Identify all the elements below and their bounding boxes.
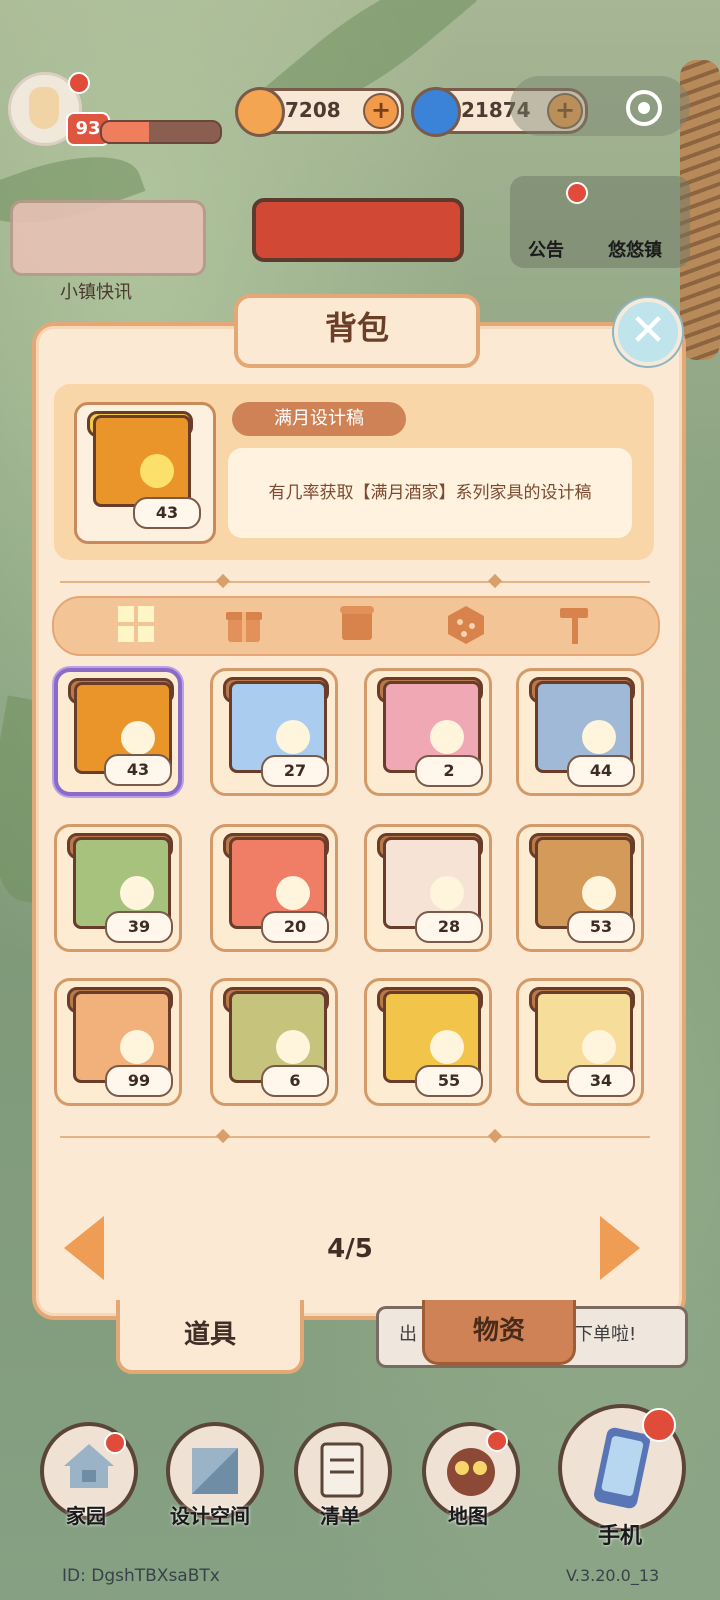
announcement-label[interactable]: 公告 [528,236,564,262]
scroll-icon[interactable] [334,602,378,646]
event-banner[interactable] [252,198,464,262]
inventory-slot[interactable]: 20 [210,824,338,952]
moon-emblem [140,454,174,488]
item-emblem [430,720,464,754]
add-coin-button[interactable]: + [363,93,399,129]
item-count: 27 [261,755,329,787]
inventory-slot[interactable]: 99 [54,978,182,1106]
item-emblem [120,876,154,910]
item-emblem [582,876,616,910]
inventory-slot[interactable]: 55 [364,978,492,1106]
item-count: 44 [567,755,635,787]
inventory-slot[interactable]: 53 [516,824,644,952]
item-count: 99 [105,1065,173,1097]
item-count: 28 [415,911,483,943]
item-emblem [276,876,310,910]
notification-dot [566,182,588,204]
close-button[interactable]: ✕ [614,298,682,366]
divider [60,1136,650,1138]
coin-value: 7208 [285,98,341,122]
nav-label-design-space: 设计空间 [170,1504,250,1528]
notification-dot [68,72,90,94]
inventory-slot[interactable]: 2 [364,668,492,796]
version-label: V.3.20.0_13 [566,1566,660,1585]
scroll-art [93,415,191,507]
item-emblem [430,1030,464,1064]
item-emblem [121,721,155,755]
notification-dot [642,1408,676,1442]
town-news-card[interactable] [10,200,206,276]
item-emblem [276,720,310,754]
speech-left-text: 出 [399,1324,417,1345]
inventory-slot[interactable]: 44 [516,668,644,796]
town-label[interactable]: 悠悠镇 [608,236,662,262]
item-count: 34 [567,1065,635,1097]
item-count: 39 [105,911,173,943]
selected-item-name: 满月设计稿 [232,402,406,436]
avatar-face [29,87,59,129]
item-count: 43 [133,497,201,529]
xp-bar-fill [102,122,150,142]
item-emblem [120,1030,154,1064]
tab-props[interactable]: 道具 [116,1300,304,1374]
nav-label-map: 地图 [448,1504,488,1528]
notification-dot [486,1430,508,1452]
item-emblem [582,1030,616,1064]
speech-right-text: 下单啦! [575,1324,637,1345]
notification-dot [104,1432,126,1454]
coin-icon [235,87,285,137]
swirl-gem-icon [411,87,461,137]
inventory-slot[interactable]: 6 [210,978,338,1106]
selected-item-icon: 43 [74,402,216,544]
selected-item-description: 有几率获取【满月酒家】系列家具的设计稿 [228,448,632,538]
item-count: 43 [104,754,172,786]
inventory-slot[interactable]: 27 [210,668,338,796]
previous-page-button[interactable] [64,1216,104,1280]
item-emblem [276,1030,310,1064]
divider [60,581,650,583]
system-menu-pill[interactable] [510,76,690,136]
item-count: 55 [415,1065,483,1097]
nav-label-home: 家园 [66,1504,106,1528]
target-icon[interactable] [626,90,662,126]
inventory-slot[interactable]: 34 [516,978,644,1106]
panel-title: 背包 [234,294,480,368]
xp-bar [100,120,222,144]
page-indicator: 4/5 [327,1234,373,1264]
hammer-icon[interactable] [552,602,596,646]
town-news-label: 小镇快讯 [60,282,132,303]
grid-icon[interactable] [114,602,158,646]
inventory-slot[interactable]: 39 [54,824,182,952]
dice-icon[interactable] [444,602,488,646]
player-id: ID: DgshTBXsaBTx [62,1566,220,1586]
nav-label-checklist: 清单 [320,1504,360,1528]
currency-coin: 7208 + [235,87,404,137]
item-count: 53 [567,911,635,943]
inventory-slot[interactable]: 43 [54,668,182,796]
item-count: 6 [261,1065,329,1097]
gift-icon[interactable] [222,602,266,646]
item-emblem [430,876,464,910]
item-count: 2 [415,755,483,787]
inventory-slot[interactable]: 28 [364,824,492,952]
tab-materials[interactable]: 物资 [422,1300,576,1365]
nav-label-phone: 手机 [598,1524,643,1549]
item-count: 20 [261,911,329,943]
item-emblem [582,720,616,754]
next-page-button[interactable] [600,1216,640,1280]
